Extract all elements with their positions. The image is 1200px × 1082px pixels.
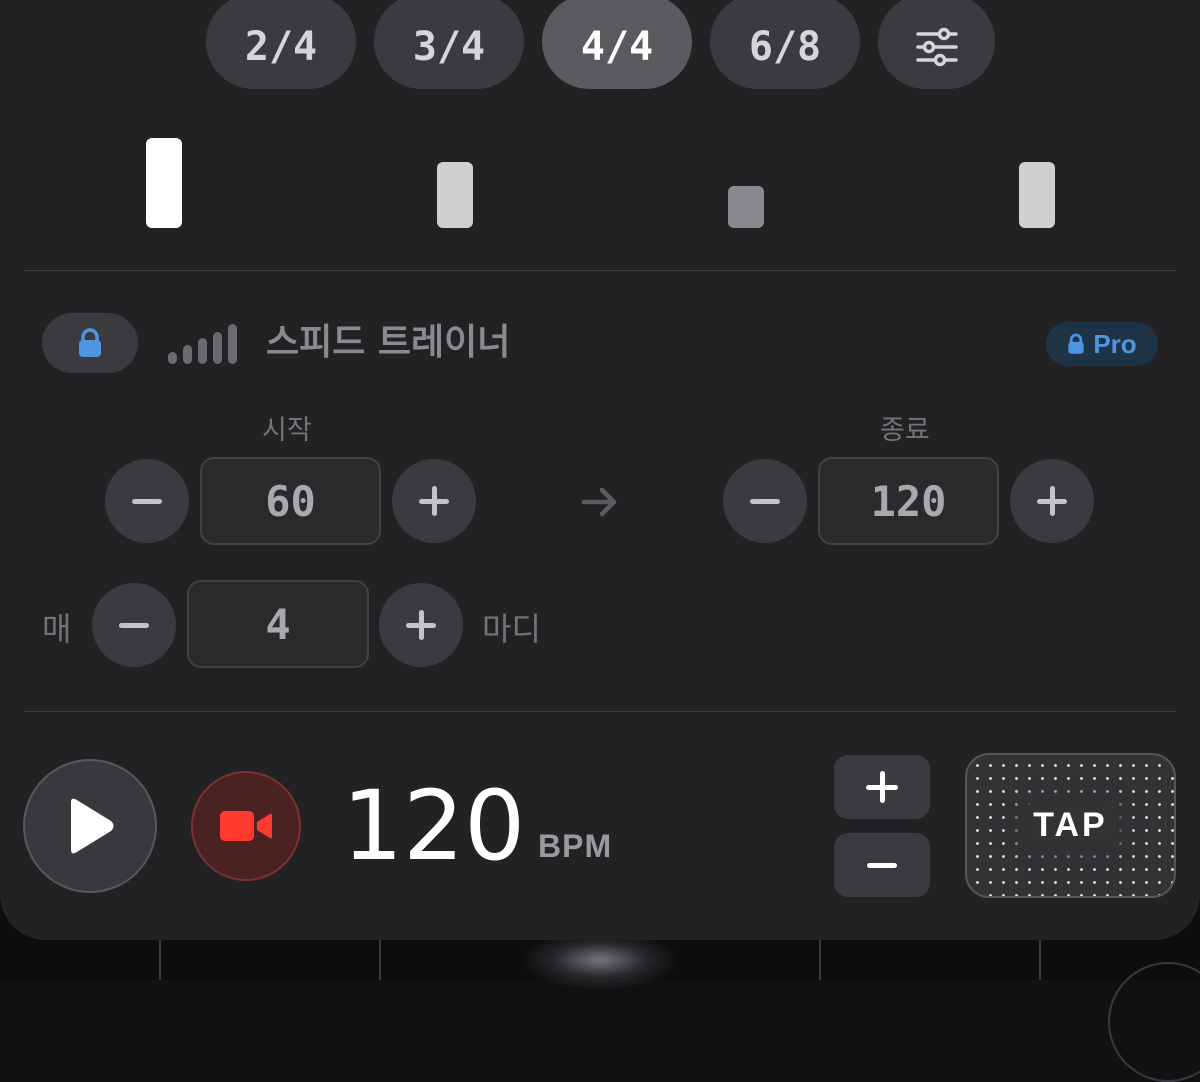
end-decrement-button[interactable] (723, 459, 807, 543)
background-circle (1108, 962, 1200, 1082)
background-divider (819, 940, 821, 980)
bpm-decrement-button[interactable] (834, 833, 930, 897)
time-signature-3-4[interactable]: 3/4 (374, 0, 524, 89)
plus-icon (406, 610, 436, 640)
time-signature-2-4[interactable]: 2/4 (206, 0, 356, 89)
play-button[interactable] (23, 759, 157, 893)
time-signature-selector: 2/4 3/4 4/4 6/8 (0, 0, 1200, 90)
minus-icon (132, 498, 162, 504)
play-icon (71, 798, 114, 854)
sliders-icon (915, 27, 958, 66)
time-signature-label: 2/4 (244, 23, 318, 70)
time-signature-label: 3/4 (412, 23, 486, 70)
settings-button[interactable] (878, 0, 995, 89)
beat-indicator-1[interactable] (146, 138, 182, 228)
bpm-display[interactable]: 120 (342, 770, 525, 882)
tap-tempo-button[interactable]: TAP (965, 753, 1176, 898)
bpm-increment-button[interactable] (834, 755, 930, 819)
start-increment-button[interactable] (392, 459, 476, 543)
beat-indicator-4[interactable] (1019, 162, 1055, 228)
minus-icon (867, 862, 897, 868)
end-label: 종료 (880, 415, 930, 446)
start-label: 시작 (262, 415, 312, 446)
tap-label: TAP (1025, 804, 1116, 847)
minus-icon (750, 498, 780, 504)
pro-label: Pro (1093, 328, 1137, 359)
bpm-unit-label: BPM (538, 828, 613, 864)
speed-trainer-toggle[interactable] (42, 313, 138, 373)
pro-badge[interactable]: Pro (1046, 322, 1158, 366)
time-signature-label: 4/4 (580, 23, 654, 70)
every-prefix-label: 매 (42, 610, 72, 648)
bars-decrement-button[interactable] (92, 583, 176, 667)
divider (24, 711, 1176, 712)
beat-indicator-3[interactable] (728, 186, 764, 228)
speed-trainer-title: 스피드 트레이너 (266, 322, 511, 363)
background-divider (379, 940, 381, 980)
signal-bars-icon (168, 324, 240, 364)
end-increment-button[interactable] (1010, 459, 1094, 543)
time-signature-4-4[interactable]: 4/4 (542, 0, 692, 89)
background-divider (1039, 940, 1041, 980)
minus-icon (119, 622, 149, 628)
arrow-right-icon (581, 487, 617, 517)
beat-indicator-2[interactable] (437, 162, 473, 228)
every-suffix-label: 마디 (482, 610, 541, 648)
lock-icon (79, 328, 101, 357)
time-signature-6-8[interactable]: 6/8 (710, 0, 860, 89)
bars-interval-field[interactable]: 4 (187, 580, 369, 668)
time-signature-label: 6/8 (748, 23, 822, 70)
divider (24, 270, 1176, 271)
plus-icon (1037, 486, 1067, 516)
record-video-button[interactable] (191, 771, 301, 881)
metronome-panel: 2/4 3/4 4/4 6/8 스피드 트레이너 Pro 시작 60 종료 12… (0, 0, 1200, 940)
video-camera-icon (220, 811, 272, 841)
lock-icon (1068, 333, 1084, 354)
background-divider (159, 940, 161, 980)
start-bpm-field[interactable]: 60 (200, 457, 381, 545)
plus-icon (866, 771, 898, 803)
bars-increment-button[interactable] (379, 583, 463, 667)
end-bpm-field[interactable]: 120 (818, 457, 999, 545)
start-decrement-button[interactable] (105, 459, 189, 543)
plus-icon (419, 486, 449, 516)
